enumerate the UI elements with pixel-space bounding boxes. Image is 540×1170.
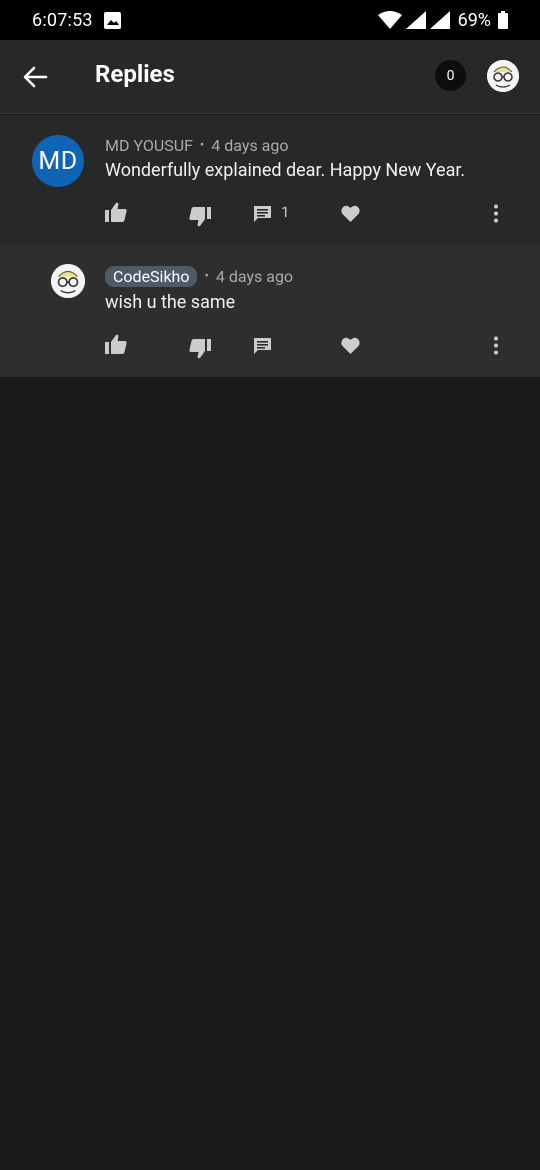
comment-text: Wonderfully explained dear. Happy New Ye… bbox=[105, 160, 466, 181]
like-button[interactable] bbox=[105, 202, 127, 222]
reply-author-avatar[interactable] bbox=[51, 264, 85, 298]
heart-icon bbox=[341, 337, 360, 354]
reply-author-name[interactable]: CodeSikho bbox=[105, 266, 198, 287]
reply-icon bbox=[254, 206, 271, 222]
like-icon bbox=[105, 334, 127, 354]
dislike-button[interactable] bbox=[189, 207, 211, 227]
notification-badge[interactable]: 0 bbox=[435, 60, 466, 91]
account-avatar[interactable] bbox=[487, 60, 519, 92]
cartoon-avatar-icon bbox=[487, 60, 519, 92]
battery-percent: 69% bbox=[457, 9, 491, 31]
reply-comment: CodeSikho • 4 days ago wish u the same bbox=[0, 244, 540, 377]
reply-text: wish u the same bbox=[105, 292, 236, 313]
gallery-icon bbox=[103, 11, 121, 29]
status-time: 6:07:53 bbox=[32, 9, 93, 31]
back-button[interactable] bbox=[22, 64, 48, 90]
cartoon-avatar-icon bbox=[51, 264, 85, 298]
dislike-button[interactable] bbox=[189, 339, 211, 359]
heart-button[interactable] bbox=[341, 205, 360, 222]
more-options-button[interactable] bbox=[493, 204, 499, 223]
like-button[interactable] bbox=[105, 334, 127, 354]
page-title: Replies bbox=[95, 60, 175, 88]
status-right: 69% bbox=[377, 9, 508, 31]
comment-time: 4 days ago bbox=[211, 136, 289, 155]
back-arrow-icon bbox=[23, 66, 48, 88]
author-avatar[interactable]: MD bbox=[32, 135, 84, 187]
status-bar: 6:07:53 69% bbox=[0, 0, 540, 40]
reply-meta: CodeSikho • 4 days ago bbox=[105, 266, 293, 287]
more-options-button[interactable] bbox=[493, 336, 499, 355]
signal-icon-2 bbox=[429, 11, 450, 29]
signal-icon bbox=[405, 11, 426, 29]
heart-icon bbox=[341, 205, 360, 222]
reply-icon bbox=[254, 338, 271, 354]
dislike-icon bbox=[189, 207, 211, 227]
reply-button[interactable] bbox=[253, 337, 272, 356]
reply-button[interactable] bbox=[253, 205, 272, 224]
author-name[interactable]: MD YOUSUF bbox=[105, 136, 193, 155]
wifi-icon bbox=[377, 11, 402, 29]
comment-meta: MD YOUSUF • 4 days ago bbox=[105, 136, 289, 155]
meta-separator: • bbox=[199, 138, 205, 153]
battery-icon bbox=[498, 11, 508, 29]
top-comment: MD MD YOUSUF • 4 days ago Wonderfully ex… bbox=[0, 115, 540, 244]
reply-count: 1 bbox=[281, 203, 290, 221]
app-bar: Replies 0 bbox=[0, 40, 540, 114]
reply-time: 4 days ago bbox=[215, 267, 294, 286]
meta-separator: • bbox=[204, 269, 209, 284]
dislike-icon bbox=[189, 339, 211, 359]
more-vert-icon bbox=[494, 204, 498, 223]
heart-button[interactable] bbox=[341, 337, 360, 354]
like-icon bbox=[105, 202, 127, 222]
more-vert-icon bbox=[494, 336, 498, 355]
